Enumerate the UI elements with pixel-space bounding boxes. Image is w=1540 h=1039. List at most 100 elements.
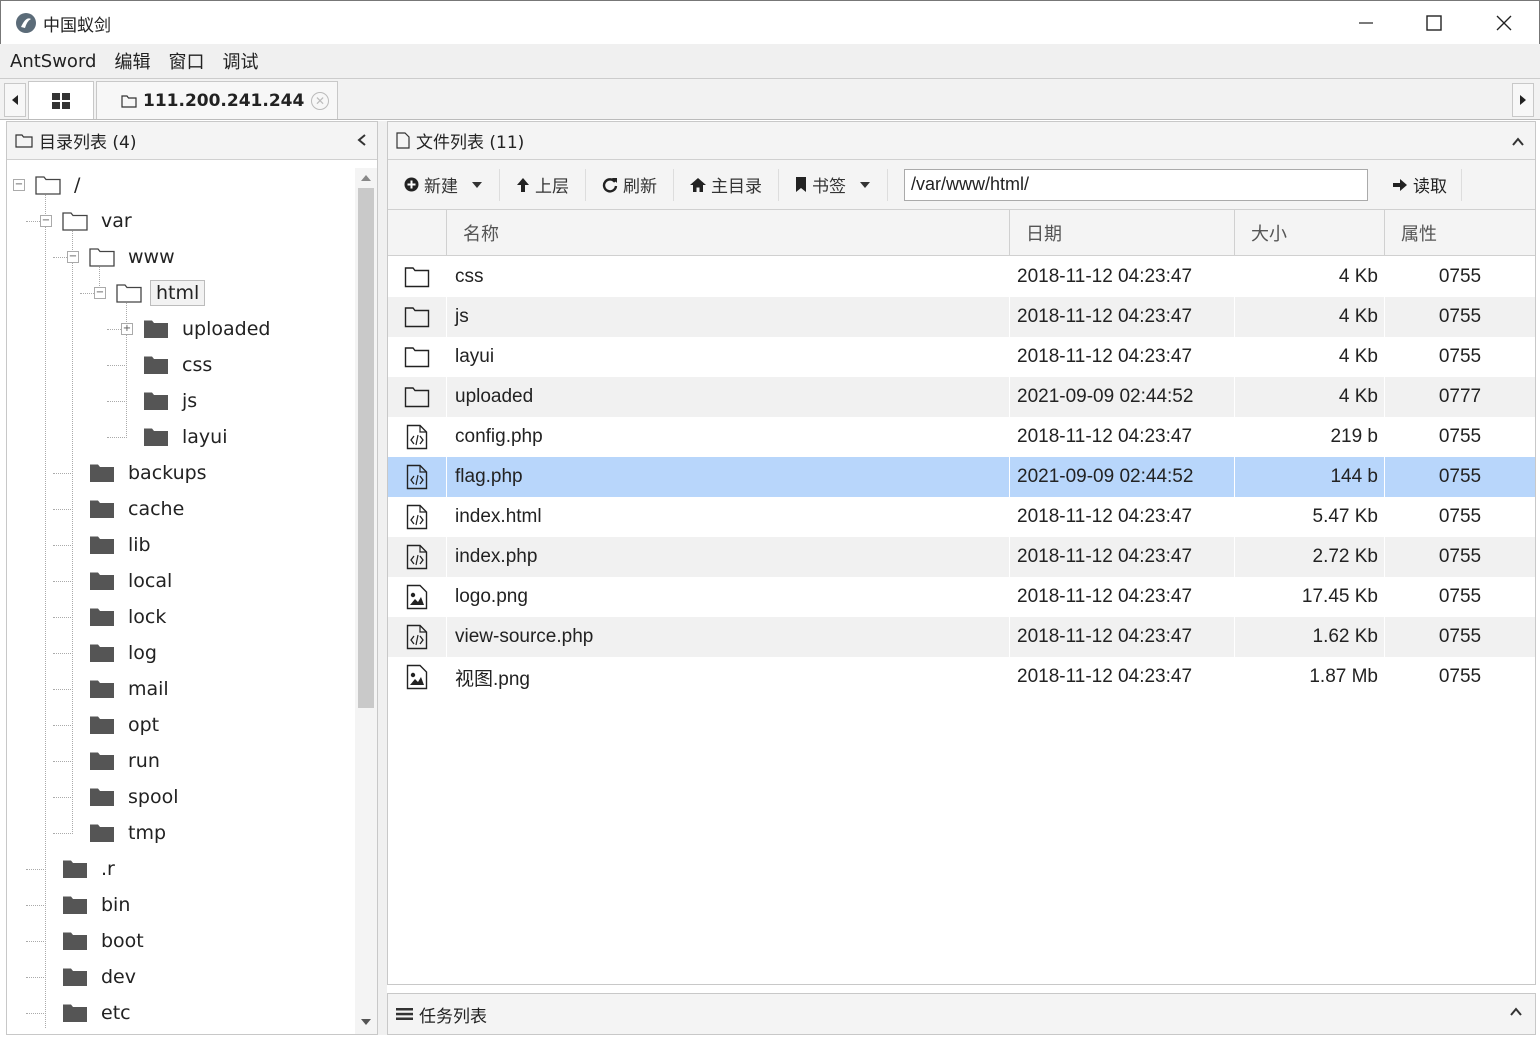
tree-item[interactable]: boot (62, 926, 149, 956)
tree-scrollbar[interactable] (355, 168, 377, 1034)
tree-item[interactable]: backups (89, 458, 212, 488)
bookmark-icon (796, 177, 806, 192)
tab-scroll-right-button[interactable] (1512, 83, 1534, 117)
menu-debug[interactable]: 调试 (222, 48, 258, 74)
file-size: 5.47 Kb (1234, 497, 1384, 537)
tree-item[interactable]: lock (89, 602, 171, 632)
code-file-icon (388, 457, 446, 497)
tree-item[interactable]: www (89, 242, 180, 272)
caret-right-icon (1520, 95, 1526, 105)
file-row[interactable]: css 2018-11-12 04:23:47 4 Kb 0755 (388, 257, 1535, 297)
file-name: view-source.php (446, 617, 1008, 657)
file-outline-icon (396, 132, 410, 149)
file-row[interactable]: config.php 2018-11-12 04:23:47 219 b 0755 (388, 417, 1535, 457)
file-row[interactable]: flag.php 2021-09-09 02:44:52 144 b 0755 (388, 457, 1535, 497)
tree-item-label: lock (128, 606, 167, 628)
tree-item[interactable]: html (116, 278, 206, 308)
bookmark-button[interactable]: 书签 (779, 168, 888, 201)
file-toolbar: 新建 上层 刷新 主目录 书签 读取 (388, 160, 1535, 210)
tree-collapse-toggle[interactable]: − (94, 287, 106, 299)
tree-collapse-toggle[interactable]: − (67, 251, 79, 263)
tree-item[interactable]: run (89, 746, 165, 776)
scroll-up-icon[interactable] (360, 174, 372, 182)
tree-scroll-thumb[interactable] (358, 188, 374, 708)
menu-antsword[interactable]: AntSword (10, 51, 96, 72)
image-file-icon (388, 577, 446, 617)
file-row[interactable]: index.php 2018-11-12 04:23:47 2.72 Kb 0755 (388, 537, 1535, 577)
expand-task-icon[interactable] (1509, 1002, 1523, 1021)
tree-collapse-toggle[interactable]: − (40, 215, 52, 227)
tree-collapse-toggle[interactable]: − (13, 179, 25, 191)
tree-guide-line (53, 833, 73, 834)
file-row[interactable]: layui 2018-11-12 04:23:47 4 Kb 0755 (388, 337, 1535, 377)
tree-item[interactable]: tmp (89, 818, 171, 848)
file-date: 2018-11-12 04:23:47 (1009, 577, 1234, 617)
close-icon (1496, 15, 1512, 31)
folder-icon (89, 679, 115, 699)
file-date: 2021-09-09 02:44:52 (1009, 377, 1234, 417)
file-attr: 0755 (1384, 257, 1535, 297)
file-row[interactable]: uploaded 2021-09-09 02:44:52 4 Kb 0777 (388, 377, 1535, 417)
tree-item[interactable]: bin (62, 890, 135, 920)
new-button[interactable]: 新建 (398, 168, 500, 201)
tree-item[interactable]: etc (62, 998, 136, 1028)
maximize-button[interactable] (1399, 1, 1469, 45)
close-button[interactable] (1469, 1, 1539, 45)
file-row[interactable]: 视图.png 2018-11-12 04:23:47 1.87 Mb 0755 (388, 657, 1535, 697)
menu-window[interactable]: 窗口 (168, 48, 204, 74)
file-size: 219 b (1234, 417, 1384, 457)
directory-panel-title: 目录列表 (4) (39, 133, 137, 153)
folder-icon (89, 715, 115, 735)
home-button[interactable]: 主目录 (674, 168, 779, 201)
column-date[interactable]: 日期 (1009, 210, 1234, 256)
minimize-icon (1359, 22, 1373, 24)
tab-close-icon[interactable]: ✕ (311, 92, 329, 110)
tree-item[interactable]: cache (89, 494, 189, 524)
tree-item-label: spool (128, 786, 179, 808)
up-button[interactable]: 上层 (500, 168, 586, 201)
file-row[interactable]: js 2018-11-12 04:23:47 4 Kb 0755 (388, 297, 1535, 337)
tree-item[interactable]: local (89, 566, 177, 596)
tree-item[interactable]: .r (62, 854, 120, 884)
tree-item[interactable]: log (89, 638, 162, 668)
file-row[interactable]: logo.png 2018-11-12 04:23:47 17.45 Kb 0755 (388, 577, 1535, 617)
read-button[interactable]: 读取 (1378, 168, 1462, 201)
tree-item[interactable]: dev (62, 962, 141, 992)
tree-guide-line (53, 761, 73, 762)
minimize-button[interactable] (1331, 1, 1401, 45)
tree-expand-toggle[interactable]: + (121, 323, 133, 335)
file-row[interactable]: index.html 2018-11-12 04:23:47 5.47 Kb 0755 (388, 497, 1535, 537)
tab-host[interactable]: 111.200.241.244 ✕ (96, 81, 338, 119)
tree-item[interactable]: mail (89, 674, 174, 704)
folder-open-icon (89, 247, 115, 267)
tree-item[interactable]: js (143, 386, 202, 416)
column-attr[interactable]: 属性 (1384, 210, 1535, 256)
tab-scroll-left-button[interactable] (4, 83, 26, 117)
file-date: 2018-11-12 04:23:47 (1009, 657, 1234, 697)
tree-item[interactable]: css (143, 350, 217, 380)
menu-edit[interactable]: 编辑 (114, 48, 150, 74)
tree-item-label: tmp (128, 822, 167, 844)
tree-item[interactable]: layui (143, 422, 233, 452)
tab-home[interactable] (28, 81, 94, 119)
tree-item[interactable]: / (35, 170, 85, 200)
collapse-up-icon[interactable] (1511, 131, 1525, 152)
tree-item[interactable]: opt (89, 710, 164, 740)
tree-item[interactable]: lib (89, 530, 156, 560)
file-date: 2018-11-12 04:23:47 (1009, 297, 1234, 337)
tree-item-label: etc (101, 1002, 131, 1024)
tree-item[interactable]: var (62, 206, 137, 236)
tree-item[interactable]: spool (89, 782, 184, 812)
file-name: index.html (446, 497, 1008, 537)
path-input[interactable] (904, 168, 1368, 201)
panel-splitter[interactable] (378, 121, 387, 1035)
tree-item-label: js (182, 390, 198, 412)
scroll-down-icon[interactable] (360, 1018, 372, 1026)
refresh-button[interactable]: 刷新 (586, 168, 674, 201)
column-size[interactable]: 大小 (1234, 210, 1384, 256)
tree-item[interactable]: uploaded (143, 314, 275, 344)
file-row[interactable]: view-source.php 2018-11-12 04:23:47 1.62 K… (388, 617, 1535, 657)
tree-guide-line (107, 365, 127, 366)
column-name[interactable]: 名称 (446, 210, 1009, 256)
collapse-left-icon[interactable] (357, 131, 367, 152)
